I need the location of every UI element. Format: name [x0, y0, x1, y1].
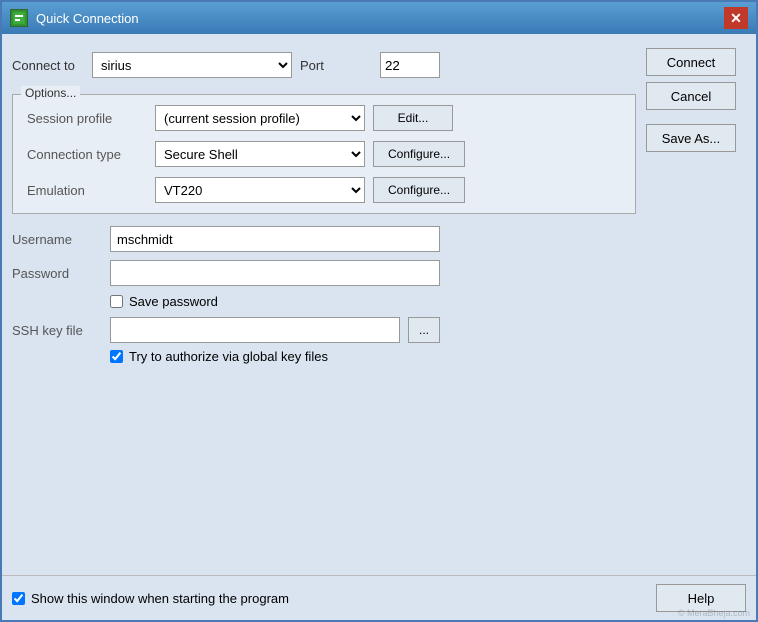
save-password-label: Save password	[129, 294, 218, 309]
save-password-row: Save password	[110, 294, 636, 309]
main-panel: Connect to sirius Port Options... Sessio…	[12, 44, 636, 565]
connection-type-row: Connection type Secure Shell Telnet Rlog…	[27, 141, 621, 167]
connect-button[interactable]: Connect	[646, 48, 736, 76]
title-bar: Quick Connection ✕	[2, 2, 756, 34]
password-label: Password	[12, 266, 102, 281]
global-key-files-checkbox[interactable]	[110, 350, 123, 363]
dialog-body: Connect to sirius Port Options... Sessio…	[2, 34, 756, 575]
show-window-checkbox[interactable]	[12, 592, 25, 605]
bottom-bar: Show this window when starting the progr…	[2, 575, 756, 620]
emulation-row: Emulation VT220 VT100 ANSI xterm Configu…	[27, 177, 621, 203]
connection-type-configure-button[interactable]: Configure...	[373, 141, 465, 167]
connection-type-select[interactable]: Secure Shell Telnet Rlogin Raw	[155, 141, 365, 167]
connect-to-select[interactable]: sirius	[92, 52, 292, 78]
save-as-button[interactable]: Save As...	[646, 124, 736, 152]
username-input[interactable]	[110, 226, 440, 252]
app-icon	[10, 9, 28, 27]
session-profile-row: Session profile (current session profile…	[27, 105, 621, 131]
show-window-row: Show this window when starting the progr…	[12, 591, 289, 606]
connect-to-row: Connect to sirius Port	[12, 44, 636, 86]
cancel-button[interactable]: Cancel	[646, 82, 736, 110]
close-button[interactable]: ✕	[724, 7, 748, 29]
global-key-files-row: Try to authorize via global key files	[110, 349, 636, 364]
emulation-select[interactable]: VT220 VT100 ANSI xterm	[155, 177, 365, 203]
browse-button[interactable]: ...	[408, 317, 440, 343]
edit-button[interactable]: Edit...	[373, 105, 453, 131]
password-input[interactable]	[110, 260, 440, 286]
dialog-title: Quick Connection	[36, 11, 139, 26]
emulation-configure-button[interactable]: Configure...	[373, 177, 465, 203]
ssh-key-row: SSH key file ...	[12, 317, 636, 343]
show-window-label: Show this window when starting the progr…	[31, 591, 289, 606]
username-row: Username	[12, 226, 636, 252]
global-key-files-label: Try to authorize via global key files	[129, 349, 328, 364]
save-password-checkbox[interactable]	[110, 295, 123, 308]
session-profile-label: Session profile	[27, 111, 147, 126]
connect-to-label: Connect to	[12, 58, 84, 73]
emulation-label: Emulation	[27, 183, 147, 198]
username-label: Username	[12, 232, 102, 247]
password-row: Password	[12, 260, 636, 286]
fields-section: Username Password Save password SSH key …	[12, 222, 636, 368]
watermark: © MeraBheja.com	[678, 608, 750, 618]
session-profile-select[interactable]: (current session profile)	[155, 105, 365, 131]
title-bar-left: Quick Connection	[10, 9, 139, 27]
ssh-key-label: SSH key file	[12, 323, 102, 338]
port-label: Port	[300, 58, 372, 73]
quick-connection-dialog: Quick Connection ✕ Connect to sirius Por…	[0, 0, 758, 622]
options-box: Options... Session profile (current sess…	[12, 94, 636, 214]
port-input[interactable]	[380, 52, 440, 78]
ssh-key-input[interactable]	[110, 317, 400, 343]
connection-type-label: Connection type	[27, 147, 147, 162]
options-label: Options...	[21, 86, 80, 100]
side-panel: Connect Cancel Save As...	[646, 44, 746, 565]
